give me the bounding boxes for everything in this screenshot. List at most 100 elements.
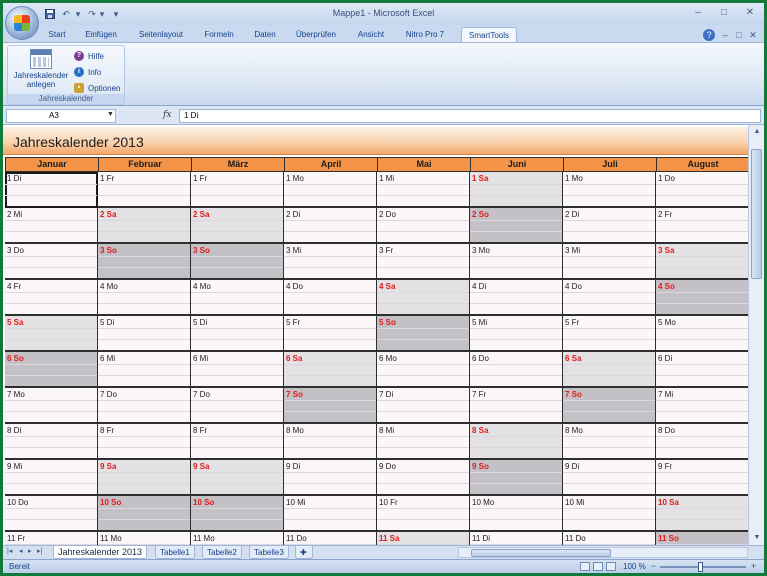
calendar-day-cell[interactable]: 7 Mi bbox=[656, 388, 748, 424]
calendar-day-cell[interactable]: 8 Fr bbox=[98, 424, 191, 460]
scroll-up-icon[interactable]: ▲ bbox=[749, 125, 764, 139]
calendar-day-cell[interactable]: 11 Sa bbox=[377, 532, 470, 545]
calendar-day-cell[interactable]: 10 Mi bbox=[563, 496, 656, 532]
calendar-day-cell[interactable]: 2 Mi bbox=[5, 208, 98, 244]
calendar-day-cell[interactable]: 2 Sa bbox=[191, 208, 284, 244]
tab-smarttools[interactable]: SmartTools bbox=[461, 27, 517, 43]
calendar-day-cell[interactable]: 8 Sa bbox=[470, 424, 563, 460]
tab-daten[interactable]: Daten bbox=[249, 27, 281, 43]
calendar-day-cell[interactable]: 7 Mo bbox=[5, 388, 98, 424]
info-button[interactable]: i Info bbox=[74, 65, 101, 79]
calendar-day-cell[interactable]: 3 Sa bbox=[656, 244, 748, 280]
calendar-day-cell[interactable]: 1 Mo bbox=[563, 172, 656, 208]
calendar-day-cell[interactable]: 9 Di bbox=[284, 460, 377, 496]
prev-sheet-icon[interactable]: ◂ bbox=[19, 547, 23, 555]
calendar-day-cell[interactable]: 10 Do bbox=[5, 496, 98, 532]
calendar-day-cell[interactable]: 1 Mo bbox=[284, 172, 377, 208]
calendar-day-cell[interactable]: 5 Mo bbox=[656, 316, 748, 352]
tab-ueberpruefen[interactable]: Überprüfen bbox=[291, 27, 341, 43]
calendar-day-cell[interactable]: 11 Fr bbox=[5, 532, 98, 545]
calendar-day-cell[interactable]: 1 Fr bbox=[98, 172, 191, 208]
calendar-day-cell[interactable]: 5 Di bbox=[191, 316, 284, 352]
calendar-day-cell[interactable]: 7 Di bbox=[377, 388, 470, 424]
calendar-day-cell[interactable]: 5 Di bbox=[98, 316, 191, 352]
workbook-restore-button[interactable]: □ bbox=[733, 29, 745, 41]
calendar-day-cell[interactable]: 5 So bbox=[377, 316, 470, 352]
calendar-day-cell[interactable]: 7 So bbox=[284, 388, 377, 424]
calendar-day-cell[interactable]: 9 Mi bbox=[5, 460, 98, 496]
calendar-day-cell[interactable]: 9 Fr bbox=[656, 460, 748, 496]
calendar-day-cell[interactable]: 10 So bbox=[191, 496, 284, 532]
calendar-day-cell[interactable]: 1 Fr bbox=[191, 172, 284, 208]
calendar-day-cell[interactable]: 1 Do bbox=[656, 172, 748, 208]
calendar-day-cell[interactable]: 11 Mo bbox=[98, 532, 191, 545]
workbook-close-button[interactable]: ✕ bbox=[747, 29, 759, 41]
calendar-day-cell[interactable]: 4 Do bbox=[563, 280, 656, 316]
hilfe-button[interactable]: ? Hilfe bbox=[74, 49, 104, 63]
calendar-day-cell[interactable]: 9 Di bbox=[563, 460, 656, 496]
calendar-day-cell[interactable]: 7 So bbox=[563, 388, 656, 424]
calendar-day-cell[interactable]: 8 Fr bbox=[191, 424, 284, 460]
month-header[interactable]: Juni bbox=[470, 157, 564, 172]
zoom-in-icon[interactable]: + bbox=[751, 561, 756, 571]
zoom-out-icon[interactable]: − bbox=[651, 561, 656, 571]
optionen-button[interactable]: ▪ Optionen bbox=[74, 81, 120, 95]
maximize-button[interactable]: □ bbox=[715, 6, 733, 20]
calendar-day-cell[interactable]: 8 Di bbox=[5, 424, 98, 460]
jahreskalender-anlegen-button[interactable]: Jahreskalender anlegen bbox=[12, 48, 70, 92]
calendar-day-cell[interactable]: 10 So bbox=[98, 496, 191, 532]
zoom-level[interactable]: 100 % bbox=[623, 562, 646, 571]
calendar-day-cell[interactable]: 4 Di bbox=[470, 280, 563, 316]
calendar-day-cell[interactable]: 10 Mo bbox=[470, 496, 563, 532]
sheet-tab-tabelle1[interactable]: Tabelle1 bbox=[155, 546, 195, 559]
calendar-day-cell[interactable]: 10 Fr bbox=[377, 496, 470, 532]
calendar-day-cell[interactable]: 1 Sa bbox=[470, 172, 563, 208]
calendar-day-cell[interactable]: 4 Mo bbox=[191, 280, 284, 316]
calendar-day-cell[interactable]: 2 Di bbox=[563, 208, 656, 244]
calendar-day-cell[interactable]: 3 Mo bbox=[470, 244, 563, 280]
calendar-day-cell[interactable]: 8 Do bbox=[656, 424, 748, 460]
tab-formeln[interactable]: Formeln bbox=[199, 27, 239, 43]
calendar-day-cell[interactable]: 2 Di bbox=[284, 208, 377, 244]
calendar-day-cell[interactable]: 6 Do bbox=[470, 352, 563, 388]
sheet-tab-tabelle2[interactable]: Tabelle2 bbox=[202, 546, 242, 559]
month-header[interactable]: Januar bbox=[5, 157, 99, 172]
help-icon[interactable]: ? bbox=[703, 29, 715, 41]
calendar-day-cell[interactable]: 2 Fr bbox=[656, 208, 748, 244]
calendar-day-cell[interactable]: 11 So bbox=[656, 532, 748, 545]
calendar-day-cell[interactable]: 11 Do bbox=[284, 532, 377, 545]
first-sheet-icon[interactable]: |◂ bbox=[7, 547, 12, 555]
name-box-dropdown-icon[interactable]: ▼ bbox=[107, 111, 114, 118]
month-header[interactable]: März bbox=[191, 157, 285, 172]
calendar-day-cell[interactable]: 9 Do bbox=[377, 460, 470, 496]
month-header[interactable]: August bbox=[656, 157, 748, 172]
next-sheet-icon[interactable]: ▸ bbox=[28, 547, 32, 555]
scroll-down-icon[interactable]: ▼ bbox=[749, 531, 764, 545]
office-button[interactable] bbox=[5, 6, 39, 40]
normal-view-icon[interactable] bbox=[580, 562, 590, 571]
month-header[interactable]: Juli bbox=[563, 157, 657, 172]
calendar-day-cell[interactable]: 4 Fr bbox=[5, 280, 98, 316]
month-header[interactable]: Februar bbox=[98, 157, 192, 172]
calendar-day-cell[interactable]: 1 Di bbox=[5, 172, 98, 208]
page-break-view-icon[interactable] bbox=[606, 562, 616, 571]
calendar-day-cell[interactable]: 4 Mo bbox=[98, 280, 191, 316]
calendar-day-cell[interactable]: 4 Sa bbox=[377, 280, 470, 316]
calendar-day-cell[interactable]: 7 Do bbox=[191, 388, 284, 424]
zoom-slider[interactable] bbox=[660, 566, 746, 568]
calendar-day-cell[interactable]: 8 Mo bbox=[284, 424, 377, 460]
horizontal-scrollbar[interactable] bbox=[458, 547, 748, 558]
calendar-day-cell[interactable]: 10 Mi bbox=[284, 496, 377, 532]
calendar-day-cell[interactable]: 6 Mi bbox=[98, 352, 191, 388]
calendar-day-cell[interactable]: 8 Mi bbox=[377, 424, 470, 460]
calendar-day-cell[interactable]: 8 Mo bbox=[563, 424, 656, 460]
tab-ansicht[interactable]: Ansicht bbox=[353, 27, 389, 43]
calendar-day-cell[interactable]: 11 Do bbox=[563, 532, 656, 545]
horizontal-scroll-thumb[interactable] bbox=[471, 549, 611, 557]
calendar-day-cell[interactable]: 2 Sa bbox=[98, 208, 191, 244]
calendar-day-cell[interactable]: 2 So bbox=[470, 208, 563, 244]
last-sheet-icon[interactable]: ▸| bbox=[37, 547, 42, 555]
calendar-day-cell[interactable]: 3 So bbox=[191, 244, 284, 280]
calendar-day-cell[interactable]: 5 Sa bbox=[5, 316, 98, 352]
calendar-day-cell[interactable]: 5 Fr bbox=[284, 316, 377, 352]
